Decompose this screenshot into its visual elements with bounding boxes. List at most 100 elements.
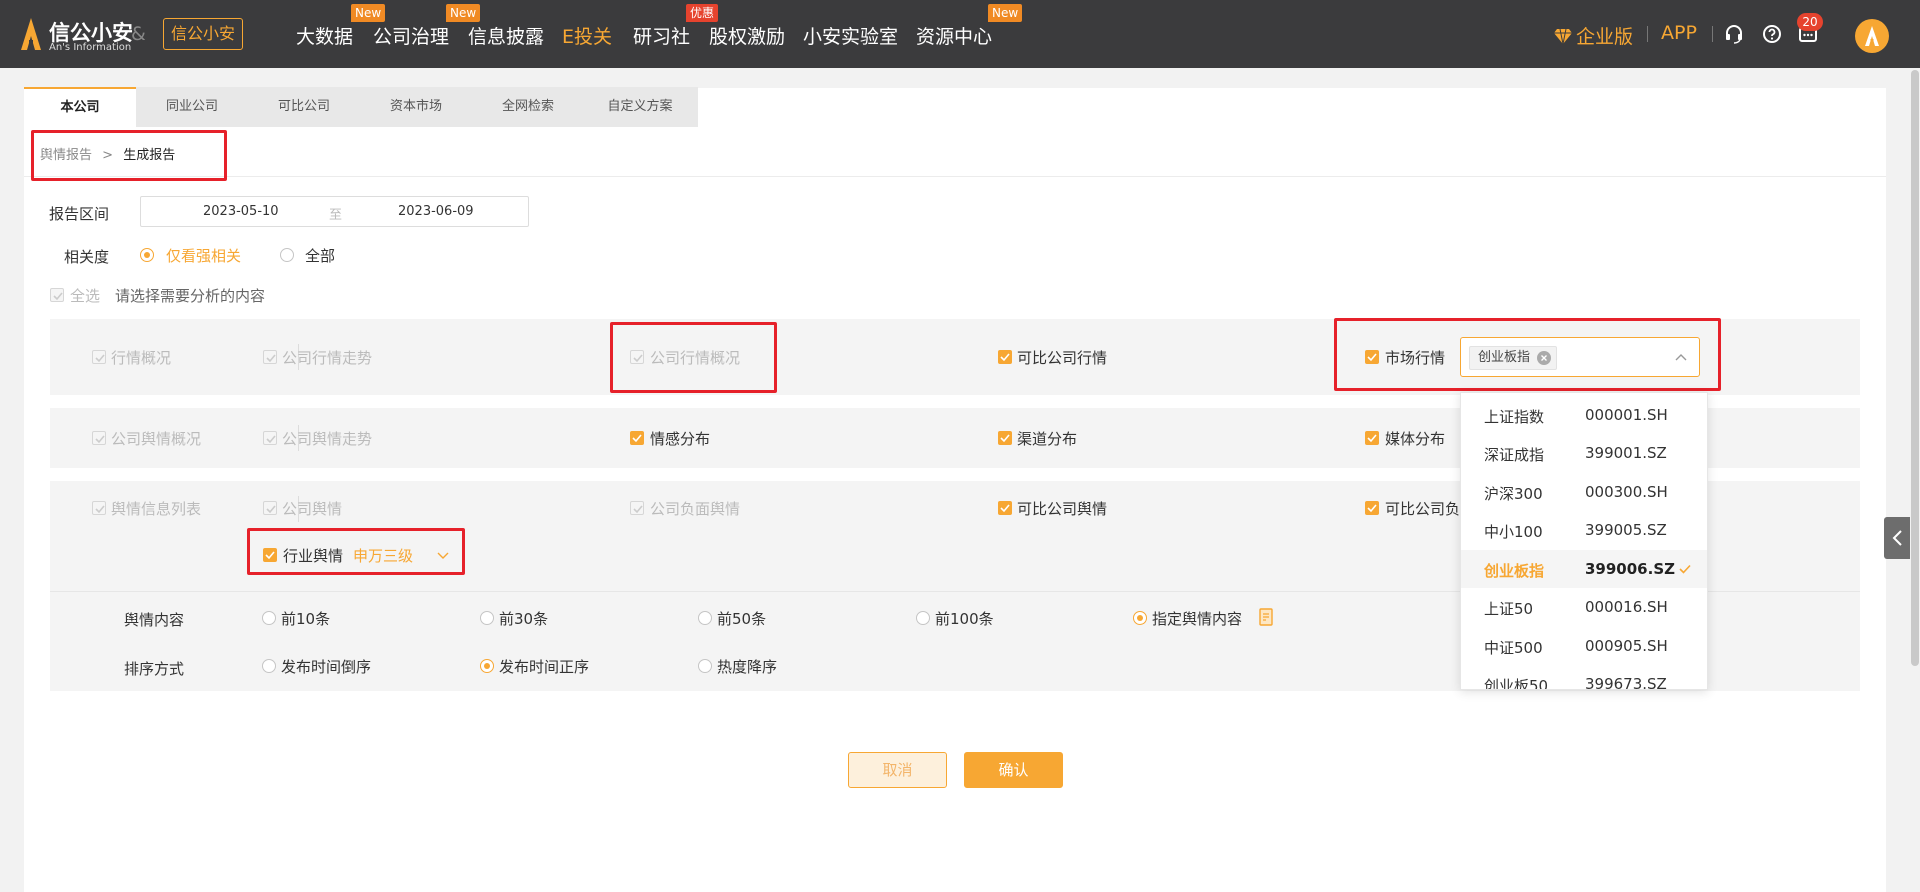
nav-badge-new: New [446, 4, 481, 22]
checkbox-market-overview[interactable] [92, 350, 106, 364]
nav-item-study-club[interactable]: 研习社 [633, 22, 690, 49]
divider [1647, 26, 1648, 42]
check-icon [1679, 564, 1691, 574]
confirm-button[interactable]: 确认 [964, 752, 1063, 788]
label-media-distribution: 媒体分布 [1385, 430, 1446, 448]
label-channel-distribution: 渠道分布 [1017, 430, 1078, 448]
dropdown-option[interactable]: 中证500 000905.SH [1461, 627, 1707, 665]
sort-order-label: 排序方式 [124, 660, 185, 678]
sort-desc-label[interactable]: 发布时间倒序 [281, 656, 371, 677]
content-top10-radio[interactable] [262, 611, 276, 625]
checkbox-media-distribution[interactable] [1365, 431, 1379, 445]
content-specified-radio[interactable] [1133, 611, 1147, 625]
user-logo-icon [1865, 26, 1879, 46]
tab-capital-market[interactable]: 资本市场 [360, 87, 472, 127]
content-top50-label[interactable]: 前50条 [717, 608, 766, 629]
nav-badge-discount: 优惠 [686, 4, 719, 22]
tab-own-company[interactable]: 本公司 [24, 87, 136, 127]
content-top50-radio[interactable] [698, 611, 712, 625]
sentiment-content-label: 舆情内容 [124, 611, 185, 629]
sort-hot-radio[interactable] [698, 659, 712, 673]
divider [1712, 26, 1713, 42]
label-comparable-sentiment: 可比公司舆情 [1017, 500, 1108, 518]
checkbox-comparable-sentiment[interactable] [998, 501, 1012, 515]
logo-subtext: An's Information [49, 42, 132, 53]
nav-item-bigdata[interactable]: 大数据 [296, 22, 353, 49]
headset-icon[interactable] [1724, 24, 1744, 44]
label-comparable-negative: 可比公司负 [1385, 500, 1461, 518]
tab-comparable-companies[interactable]: 可比公司 [248, 87, 360, 127]
label-negative-sentiment: 公司负面舆情 [650, 500, 741, 518]
dropdown-option[interactable]: 深证成指 399001.SZ [1461, 434, 1707, 472]
content-specified-label[interactable]: 指定舆情内容 [1152, 608, 1242, 629]
checkbox-company-sentiment[interactable] [263, 501, 277, 515]
start-date-input[interactable]: 2023-05-10 [203, 204, 279, 219]
content-top30-radio[interactable] [480, 611, 494, 625]
sort-desc-radio[interactable] [262, 659, 276, 673]
tab-web-search[interactable]: 全网检索 [472, 87, 584, 127]
select-all-checkbox[interactable] [50, 288, 64, 302]
enterprise-label: 企业版 [1576, 26, 1634, 48]
checkbox-negative-sentiment[interactable] [630, 501, 644, 515]
enterprise-edition-link[interactable]: 企业版 [1554, 22, 1633, 49]
nav-item-e-investor-relations[interactable]: E投关 [562, 22, 612, 49]
label-comparable-market: 可比公司行情 [1017, 349, 1108, 367]
notification-count-badge: 20 [1797, 13, 1823, 31]
relevance-strong-label[interactable]: 仅看强相关 [166, 245, 241, 266]
tab-peer-companies[interactable]: 同业公司 [136, 87, 248, 127]
select-hint: 请选择需要分析的内容 [115, 287, 266, 305]
dropdown-option[interactable]: 中小100 399005.SZ [1461, 511, 1707, 549]
date-range-picker[interactable]: 2023-05-10 至 2023-06-09 [140, 196, 529, 227]
highlight-box [31, 130, 227, 181]
nav-item-resource-center[interactable]: 资源中心 [916, 22, 992, 49]
label-sentiment-overview: 公司舆情概况 [111, 430, 202, 448]
nav-item-governance[interactable]: 公司治理 [373, 22, 449, 49]
checkbox-comparable-negative[interactable] [1365, 501, 1379, 515]
content-top30-label[interactable]: 前30条 [499, 608, 548, 629]
dropdown-option-selected[interactable]: 创业板指 399006.SZ [1461, 550, 1707, 588]
cancel-button[interactable]: 取消 [848, 752, 947, 788]
relevance-all-label[interactable]: 全部 [305, 245, 335, 266]
nav-item-lab[interactable]: 小安实验室 [803, 22, 898, 49]
checkbox-emotion-distribution[interactable] [630, 431, 644, 445]
select-all-label: 全选 [70, 287, 101, 305]
checkbox-sentiment-overview[interactable] [92, 431, 106, 445]
market-index-dropdown: 上证指数 000001.SH 深证成指 399001.SZ 沪深300 000300.… [1460, 392, 1708, 690]
tab-custom-plan[interactable]: 自定义方案 [584, 87, 696, 127]
nav-item-equity-incentive[interactable]: 股权激励 [709, 22, 785, 49]
checkbox-sentiment-trend[interactable] [263, 431, 277, 445]
relevance-strong-radio[interactable] [140, 248, 154, 262]
dropdown-option[interactable]: 沪深300 000300.SH [1461, 473, 1707, 511]
help-icon[interactable] [1762, 24, 1782, 44]
sort-asc-label[interactable]: 发布时间正序 [499, 656, 589, 677]
dropdown-option[interactable]: 创业板50 399673.SZ [1461, 665, 1707, 689]
top-navigation-bar: 信公小安 An's Information & 信公小安 大数据 New 公司治… [0, 0, 1920, 68]
sort-asc-radio[interactable] [480, 659, 494, 673]
sort-hot-label[interactable]: 热度降序 [717, 656, 777, 677]
checkbox-channel-distribution[interactable] [998, 431, 1012, 445]
content-top100-radio[interactable] [916, 611, 930, 625]
logo-ampersand: & [131, 23, 146, 45]
nav-badge-new: New [988, 4, 1023, 22]
chevron-left-icon [1892, 530, 1902, 546]
nav-item-disclosure[interactable]: 信息披露 [468, 22, 544, 49]
relevance-all-radio[interactable] [280, 248, 294, 262]
dropdown-option[interactable]: 上证指数 000001.SH [1461, 396, 1707, 434]
brand-button[interactable]: 信公小安 [163, 18, 243, 50]
checkbox-comparable-market[interactable] [998, 350, 1012, 364]
content-top100-label[interactable]: 前100条 [935, 608, 994, 629]
checkbox-sentiment-list[interactable] [92, 501, 106, 515]
highlight-box [1334, 318, 1721, 391]
avatar[interactable] [1855, 19, 1889, 53]
app-link[interactable]: APP [1661, 22, 1697, 44]
dropdown-option[interactable]: 上证50 000016.SH [1461, 588, 1707, 626]
logo-icon [21, 18, 41, 50]
end-date-input[interactable]: 2023-06-09 [398, 204, 474, 219]
document-edit-icon[interactable] [1259, 608, 1274, 626]
label-emotion-distribution: 情感分布 [650, 430, 711, 448]
checkbox-company-trend[interactable] [263, 350, 277, 364]
breadcrumb: 舆情报告 > 生成报告 [24, 127, 1886, 177]
content-top10-label[interactable]: 前10条 [281, 608, 330, 629]
side-panel-toggle[interactable] [1884, 517, 1910, 559]
scrollbar-thumb[interactable] [1911, 70, 1919, 666]
